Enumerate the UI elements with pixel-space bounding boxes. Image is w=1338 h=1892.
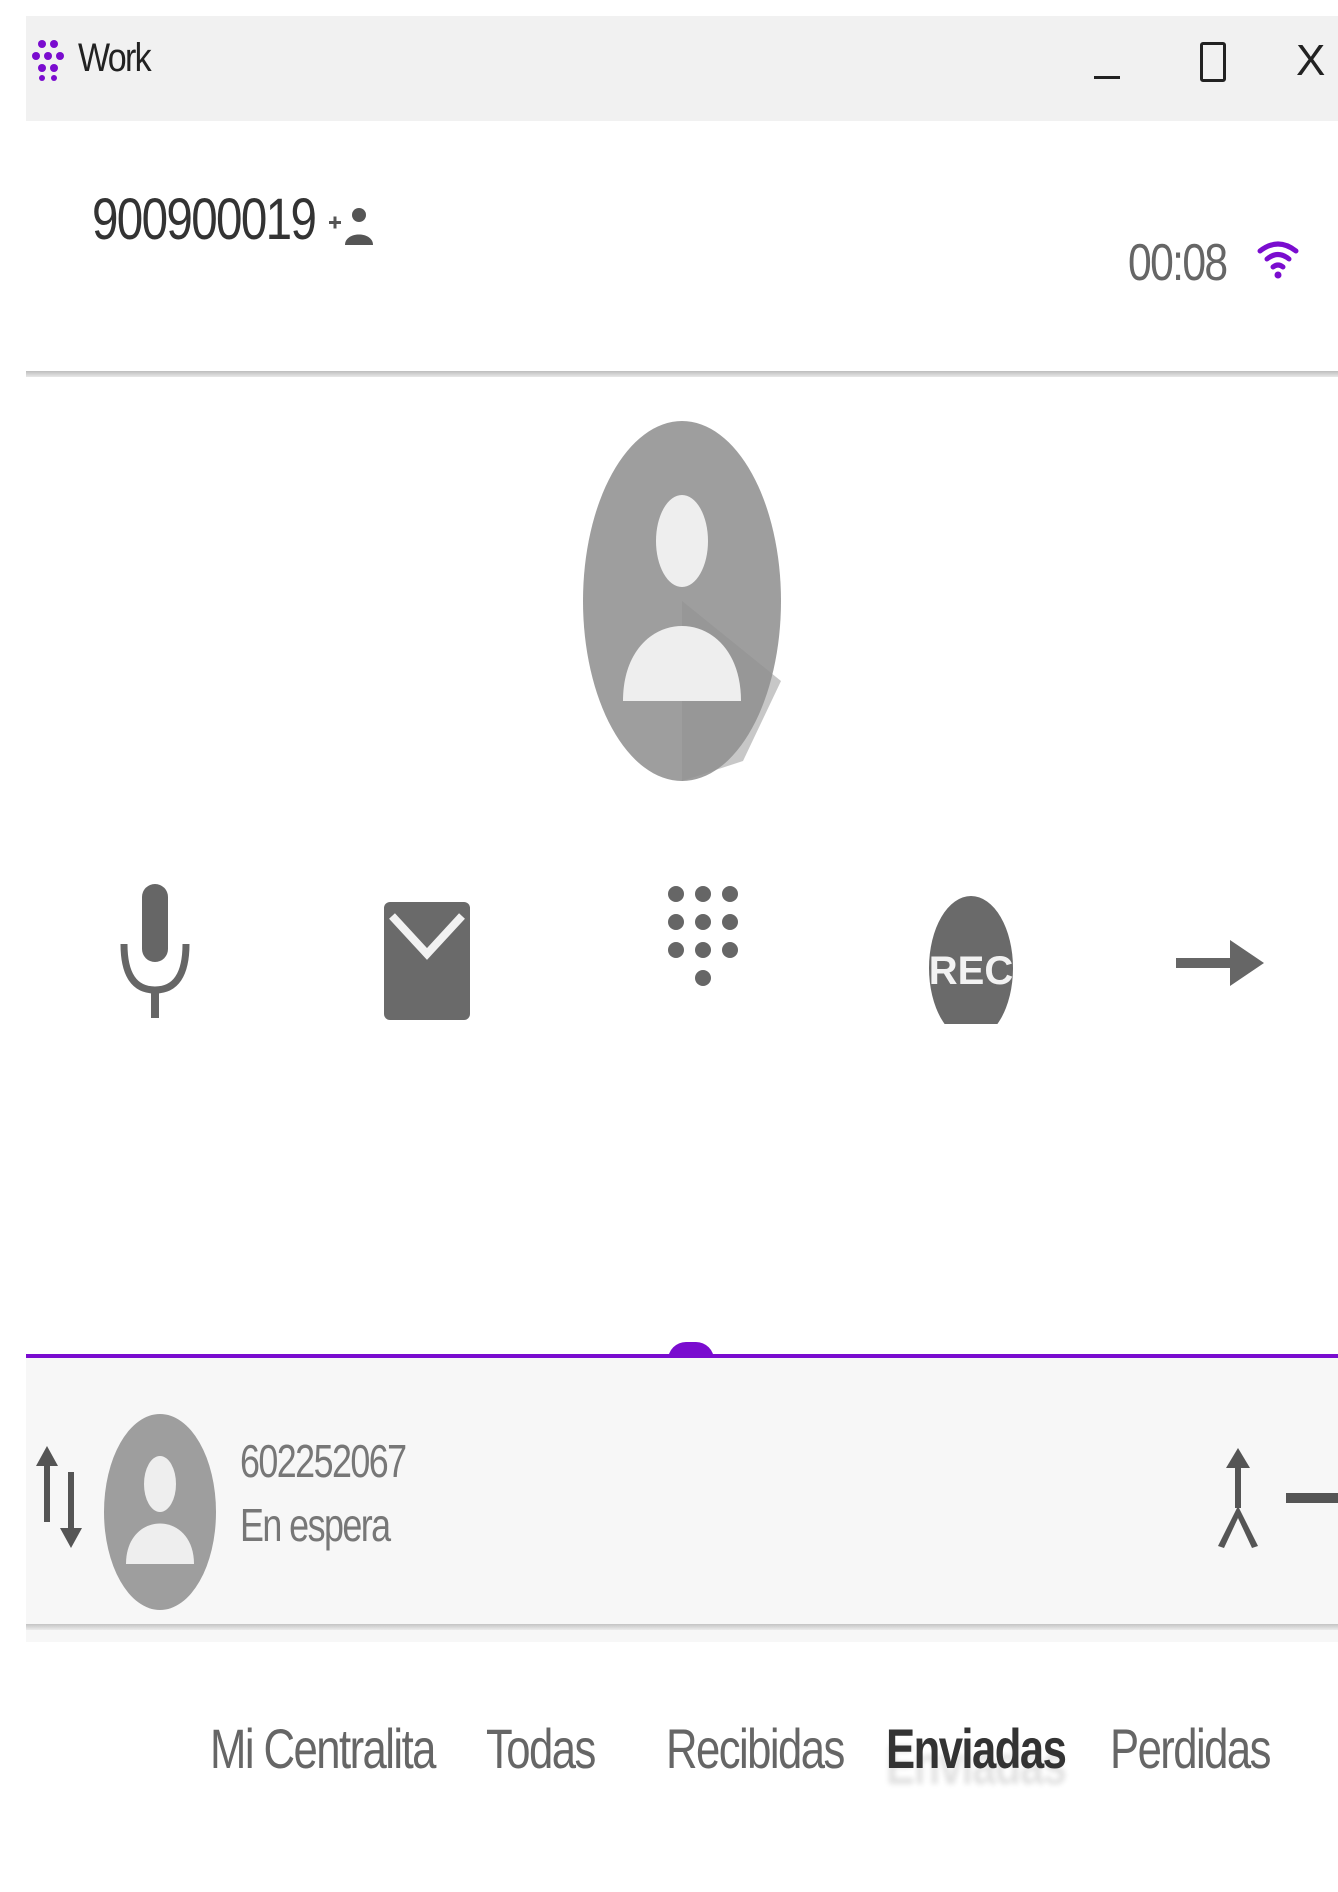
microphone-icon[interactable] (100, 874, 210, 1024)
minimize-button[interactable] (1084, 36, 1144, 86)
hangup-icon[interactable] (1286, 1493, 1338, 1503)
callee-number: 900900019 (92, 187, 317, 252)
tab-mi-centralita[interactable]: Mi Centralita (210, 1716, 436, 1781)
mail-icon[interactable] (370, 874, 480, 1024)
call-timer: 00:08 (1128, 234, 1228, 292)
phone-window: Work X 900900019 00:08 REC 602252067 En … (26, 16, 1338, 1892)
tab-recibidas[interactable]: Recibidas (666, 1716, 845, 1781)
held-call-status: En espera (240, 1499, 391, 1551)
tab-enviadas[interactable]: Enviadas (886, 1716, 1067, 1781)
contact-avatar (583, 421, 781, 781)
header-divider (26, 371, 1338, 377)
add-contact-icon[interactable] (329, 201, 377, 249)
swap-calls-icon[interactable] (32, 1442, 86, 1552)
held-call-number: 602252067 (240, 1435, 407, 1487)
tab-perdidas[interactable]: Perdidas (1110, 1716, 1271, 1781)
held-call-bar[interactable]: 602252067 En espera (26, 1358, 1338, 1642)
record-icon: REC (929, 896, 1013, 1040)
held-contact-avatar (104, 1414, 216, 1610)
close-button[interactable]: X (1296, 36, 1338, 86)
maximize-button[interactable] (1192, 36, 1242, 86)
maximize-icon (1200, 42, 1226, 82)
held-bar-divider (26, 1624, 1338, 1630)
minimize-icon (1094, 76, 1120, 79)
window-title: Work (78, 36, 152, 80)
transfer-arrow-icon[interactable] (1168, 874, 1278, 1024)
signal-strength-icon (1257, 241, 1299, 279)
call-header: 900900019 00:08 (26, 121, 1338, 391)
record-label: REC (929, 949, 1013, 993)
call-log-tabs: Mi Centralita Todas Recibidas Enviadas P… (26, 1716, 1338, 1806)
tab-todas[interactable]: Todas (486, 1716, 596, 1781)
title-bar[interactable]: Work X (26, 16, 1338, 121)
merge-calls-icon[interactable] (1212, 1446, 1264, 1550)
dialpad-icon[interactable] (648, 874, 758, 1024)
record-button[interactable]: REC (916, 874, 1026, 1040)
app-logo-icon (32, 40, 64, 81)
